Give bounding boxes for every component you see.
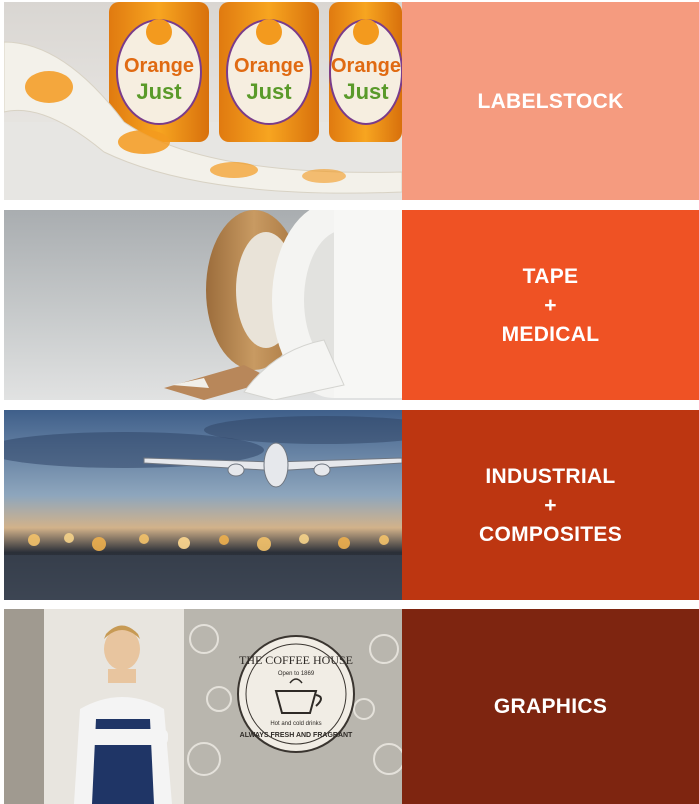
labelstock-panel[interactable]: LABELSTOCK [402,2,699,200]
industrial-composites-tile[interactable]: INDUSTRIAL + COMPOSITES [4,410,699,600]
industrial-composites-label: INDUSTRIAL + COMPOSITES [478,464,623,546]
tape-medical-image [4,210,402,400]
sign-sub: Hot and cold drinks [270,721,321,727]
tape-medical-panel[interactable]: TAPE + MEDICAL [402,210,699,400]
graphics-tile[interactable]: THE COFFEE HOUSE Open to 1869 Hot and co… [4,609,699,804]
tape-medical-label: TAPE + MEDICAL [501,264,600,346]
graphics-panel[interactable]: GRAPHICS [402,609,699,804]
labelstock-label: LABELSTOCK [477,89,624,113]
svg-text:Just: Just [343,79,389,104]
bottle-brand-bottom: Just [136,79,182,104]
graphics-image: THE COFFEE HOUSE Open to 1869 Hot and co… [4,609,402,804]
sign-since: Open to 1869 [278,671,315,677]
svg-text:Orange: Orange [331,55,401,77]
labelstock-image: Orange Just Orange Just Orange Just [4,2,402,200]
bottle-brand-top: Orange [124,55,194,77]
sign-tagline: ALWAYS FRESH AND FRAGRANT [240,732,353,739]
svg-text:Orange: Orange [234,55,304,77]
sign-title: THE COFFEE HOUSE [239,653,353,667]
industrial-composites-panel[interactable]: INDUSTRIAL + COMPOSITES [402,410,699,600]
industrial-composites-image [4,410,402,600]
graphics-label: GRAPHICS [493,695,608,718]
tape-medical-tile[interactable]: TAPE + MEDICAL [4,210,699,400]
labelstock-tile[interactable]: Orange Just Orange Just Orange Just LABE… [4,2,699,200]
svg-text:Just: Just [246,79,292,104]
